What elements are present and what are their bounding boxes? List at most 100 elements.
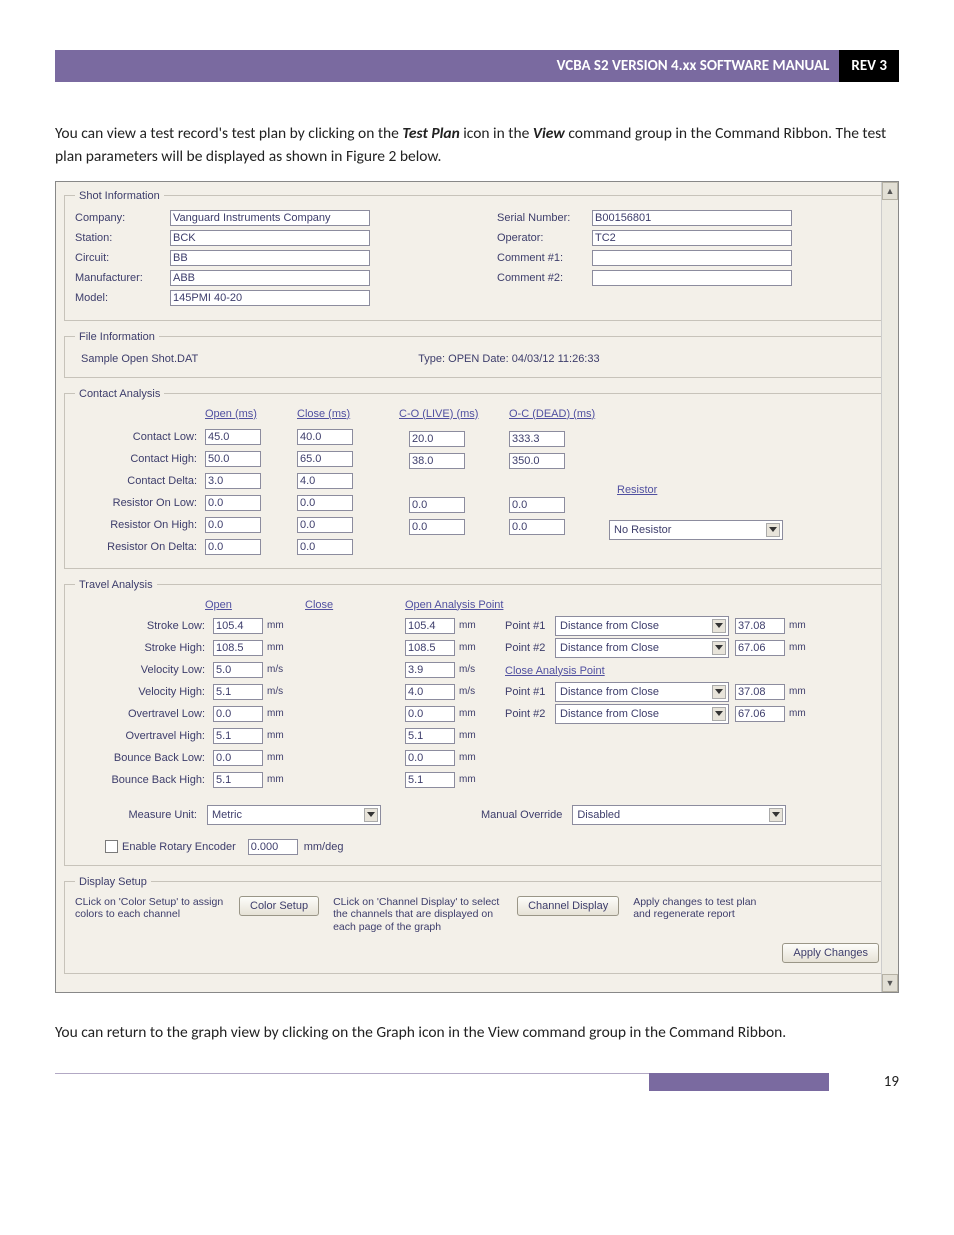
channel-display-button[interactable]: Channel Display — [517, 896, 619, 916]
close-vel-high[interactable] — [405, 684, 455, 700]
scroll-down-icon[interactable]: ▼ — [882, 974, 898, 992]
close-vel-low[interactable] — [405, 662, 455, 678]
open-stroke-high[interactable] — [213, 640, 263, 656]
page-header: VCBA S2 VERSION 4.xx SOFTWARE MANUAL REV… — [55, 50, 899, 82]
lbl-vel-high: Velocity High: — [75, 686, 213, 698]
display-setup-group: Display Setup CLick on 'Color Setup' to … — [64, 876, 890, 975]
oc-a[interactable] — [509, 431, 565, 447]
operator-label: Operator: — [497, 232, 592, 244]
oc-b[interactable] — [509, 453, 565, 469]
operator-input[interactable] — [592, 230, 792, 246]
shot-info-group: Shot Information Company: Station: Circu… — [64, 190, 890, 321]
close-bb-low[interactable] — [405, 750, 455, 766]
travel-head-close: Close — [305, 599, 333, 611]
cap-p1-val[interactable] — [735, 684, 785, 700]
open-ot-high[interactable] — [213, 728, 263, 744]
co-a[interactable] — [409, 431, 465, 447]
resistor-head: Resistor — [617, 484, 657, 496]
open-stroke-low[interactable] — [213, 618, 263, 634]
display-setup-legend: Display Setup — [75, 876, 151, 888]
page-footer: 19 — [55, 1073, 899, 1092]
vertical-scrollbar[interactable]: ▲ ▼ — [881, 182, 898, 993]
color-setup-button[interactable]: Color Setup — [239, 896, 319, 916]
model-input[interactable] — [170, 290, 370, 306]
co-c[interactable] — [409, 497, 465, 513]
chevron-down-icon — [772, 812, 780, 817]
head-close: Close (ms) — [297, 408, 350, 420]
shot-info-legend: Shot Information — [75, 190, 164, 202]
open-ot-low[interactable] — [213, 706, 263, 722]
close-contact-delta[interactable] — [297, 473, 353, 489]
travel-analysis-group: Travel Analysis Open Close Open Analysis… — [64, 579, 890, 866]
app-screenshot: ▲ ▼ Shot Information Company: Station: C… — [55, 181, 899, 994]
open-res-delta[interactable] — [205, 539, 261, 555]
header-title: VCBA S2 VERSION 4.xx SOFTWARE MANUAL — [107, 50, 839, 82]
close-bb-high[interactable] — [405, 772, 455, 788]
close-contact-low[interactable] — [297, 429, 353, 445]
close-stroke-high[interactable] — [405, 640, 455, 656]
measure-unit-select[interactable]: Metric — [207, 805, 381, 825]
encoder-value[interactable] — [248, 839, 298, 855]
comment1-input[interactable] — [592, 250, 792, 266]
open-vel-low[interactable] — [213, 662, 263, 678]
close-ot-high[interactable] — [405, 728, 455, 744]
resistor-select[interactable]: No Resistor — [609, 520, 783, 540]
intro-paragraph: You can view a test record's test plan b… — [55, 122, 899, 169]
oap-p1-select[interactable]: Distance from Close — [555, 616, 729, 636]
close-res-high[interactable] — [297, 517, 353, 533]
serial-input[interactable] — [592, 210, 792, 226]
cap-p1-select[interactable]: Distance from Close — [555, 682, 729, 702]
co-d[interactable] — [409, 519, 465, 535]
scroll-up-icon[interactable]: ▲ — [882, 182, 898, 200]
oap-p1-lbl: Point #1 — [505, 620, 555, 632]
oc-c[interactable] — [509, 497, 565, 513]
open-contact-delta[interactable] — [205, 473, 261, 489]
contact-analysis-group: Contact Analysis Open (ms) Close (ms) C-… — [64, 388, 890, 569]
company-label: Company: — [75, 212, 170, 224]
close-contact-high[interactable] — [297, 451, 353, 467]
oap-p2-lbl: Point #2 — [505, 642, 555, 654]
open-contact-low[interactable] — [205, 429, 261, 445]
company-input[interactable] — [170, 210, 370, 226]
station-input[interactable] — [170, 230, 370, 246]
open-bb-high[interactable] — [213, 772, 263, 788]
co-b[interactable] — [409, 453, 465, 469]
lbl-res-low: Resistor On Low: — [75, 492, 205, 514]
close-res-low[interactable] — [297, 495, 353, 511]
manual-override-label: Manual Override — [481, 809, 562, 821]
apply-changes-note: Apply changes to test plan and regenerat… — [633, 896, 773, 921]
circuit-input[interactable] — [170, 250, 370, 266]
cap-p2-val[interactable] — [735, 706, 785, 722]
close-ot-low[interactable] — [405, 706, 455, 722]
manufacturer-input[interactable] — [170, 270, 370, 286]
open-res-low[interactable] — [205, 495, 261, 511]
chevron-down-icon — [769, 527, 777, 532]
comment2-input[interactable] — [592, 270, 792, 286]
encoder-checkbox[interactable] — [105, 840, 118, 853]
oap-p2-select[interactable]: Distance from Close — [555, 638, 729, 658]
head-oc: O-C (DEAD) (ms) — [509, 408, 595, 420]
manual-override-select[interactable]: Disabled — [572, 805, 786, 825]
oap-p1-val[interactable] — [735, 618, 785, 634]
lbl-bb-low: Bounce Back Low: — [75, 752, 213, 764]
close-res-delta[interactable] — [297, 539, 353, 555]
open-vel-high[interactable] — [213, 684, 263, 700]
cap-p2-select[interactable]: Distance from Close — [555, 704, 729, 724]
chevron-down-icon — [715, 689, 723, 694]
open-bb-low[interactable] — [213, 750, 263, 766]
apply-changes-button[interactable]: Apply Changes — [782, 943, 879, 963]
chevron-down-icon — [715, 711, 723, 716]
encoder-label: Enable Rotary Encoder — [122, 841, 236, 853]
lbl-ot-high: Overtravel High: — [75, 730, 213, 742]
open-res-high[interactable] — [205, 517, 261, 533]
page-number: 19 — [829, 1073, 899, 1092]
model-label: Model: — [75, 292, 170, 304]
close-stroke-low[interactable] — [405, 618, 455, 634]
manufacturer-label: Manufacturer: — [75, 272, 170, 284]
travel-head-oap: Open Analysis Point — [405, 599, 503, 611]
open-contact-high[interactable] — [205, 451, 261, 467]
comment1-label: Comment #1: — [497, 252, 592, 264]
lbl-bb-high: Bounce Back High: — [75, 774, 213, 786]
oc-d[interactable] — [509, 519, 565, 535]
oap-p2-val[interactable] — [735, 640, 785, 656]
